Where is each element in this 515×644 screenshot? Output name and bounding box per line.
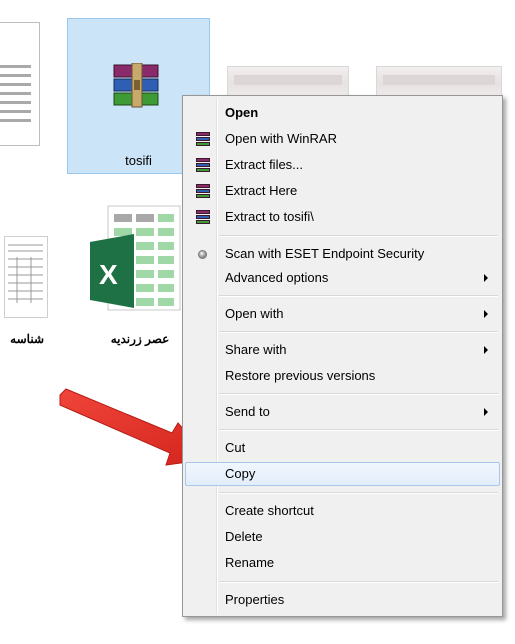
- menu-item-send-to[interactable]: Send to: [185, 400, 500, 424]
- menu-label: Send to: [225, 404, 270, 419]
- menu-item-rename[interactable]: Rename: [185, 551, 500, 575]
- desktop: tosifi شناسه X عصر زرنديه Open Open with…: [0, 0, 515, 644]
- menu-item-open-with[interactable]: Open with: [185, 302, 500, 326]
- menu-label: Copy: [225, 466, 256, 481]
- menu-label: Scan with ESET Endpoint Security: [225, 246, 425, 261]
- menu-item-properties[interactable]: Properties: [185, 588, 500, 612]
- menu-label: Extract Here: [225, 183, 298, 198]
- submenu-arrow-icon: [484, 274, 488, 282]
- menu-item-advanced-options[interactable]: Advanced options: [185, 266, 500, 290]
- menu-label: Share with: [225, 342, 287, 357]
- winrar-icon: [195, 209, 211, 225]
- excel-file-icon: X: [90, 204, 186, 314]
- submenu-arrow-icon: [484, 408, 488, 416]
- context-menu: Open Open with WinRAR Extract files... E…: [182, 95, 503, 617]
- menu-separator: [219, 429, 498, 431]
- winrar-archive-icon: [112, 62, 162, 109]
- menu-separator: [219, 581, 498, 583]
- menu-label: Extract files...: [225, 157, 304, 172]
- excel-file-asr-zarandieh[interactable]: X عصر زرنديه: [90, 200, 190, 355]
- menu-item-scan-eset[interactable]: Scan with ESET Endpoint Security: [185, 242, 500, 266]
- menu-label: Advanced options: [225, 270, 329, 285]
- menu-label: Create shortcut: [225, 503, 314, 518]
- menu-item-extract-files[interactable]: Extract files...: [185, 153, 500, 177]
- menu-label: Restore previous versions: [225, 368, 376, 383]
- winrar-icon: [195, 157, 211, 173]
- menu-separator: [219, 235, 498, 237]
- document-file-partial[interactable]: [0, 22, 40, 152]
- submenu-arrow-icon: [484, 346, 488, 354]
- menu-label: Delete: [225, 529, 263, 544]
- menu-item-open-with-winrar[interactable]: Open with WinRAR: [185, 127, 500, 151]
- document-file-shenaseh[interactable]: شناسه: [0, 232, 60, 352]
- menu-label: Open with WinRAR: [225, 131, 337, 146]
- menu-label: Open: [225, 105, 259, 120]
- menu-item-extract-here[interactable]: Extract Here: [185, 179, 500, 203]
- menu-label: Extract to tosifi\: [225, 209, 314, 224]
- menu-item-delete[interactable]: Delete: [185, 525, 500, 549]
- document-thumbnail-icon: [4, 236, 48, 318]
- menu-label: Open with: [225, 306, 284, 321]
- menu-separator: [219, 295, 498, 297]
- submenu-arrow-icon: [484, 310, 488, 318]
- menu-item-restore-previous[interactable]: Restore previous versions: [185, 364, 500, 388]
- winrar-icon: [195, 183, 211, 199]
- menu-item-create-shortcut[interactable]: Create shortcut: [185, 499, 500, 523]
- winrar-icon: [195, 131, 211, 147]
- menu-item-cut[interactable]: Cut: [185, 436, 500, 460]
- menu-item-open[interactable]: Open: [185, 101, 500, 125]
- menu-label: Properties: [225, 592, 285, 607]
- menu-item-extract-to[interactable]: Extract to tosifi\: [185, 205, 500, 229]
- eset-icon: [198, 250, 207, 259]
- menu-item-share-with[interactable]: Share with: [185, 338, 500, 362]
- menu-separator: [219, 492, 498, 494]
- menu-label: Cut: [225, 440, 246, 455]
- menu-label: Rename: [225, 555, 275, 570]
- menu-item-copy[interactable]: Copy: [185, 462, 500, 486]
- document-icon: [0, 22, 40, 146]
- file-label-shenaseh: شناسه: [10, 332, 44, 346]
- file-label-asr-zarandieh: عصر زرنديه: [110, 332, 170, 346]
- menu-separator: [219, 393, 498, 395]
- menu-separator: [219, 331, 498, 333]
- excel-glyph: X: [99, 259, 118, 290]
